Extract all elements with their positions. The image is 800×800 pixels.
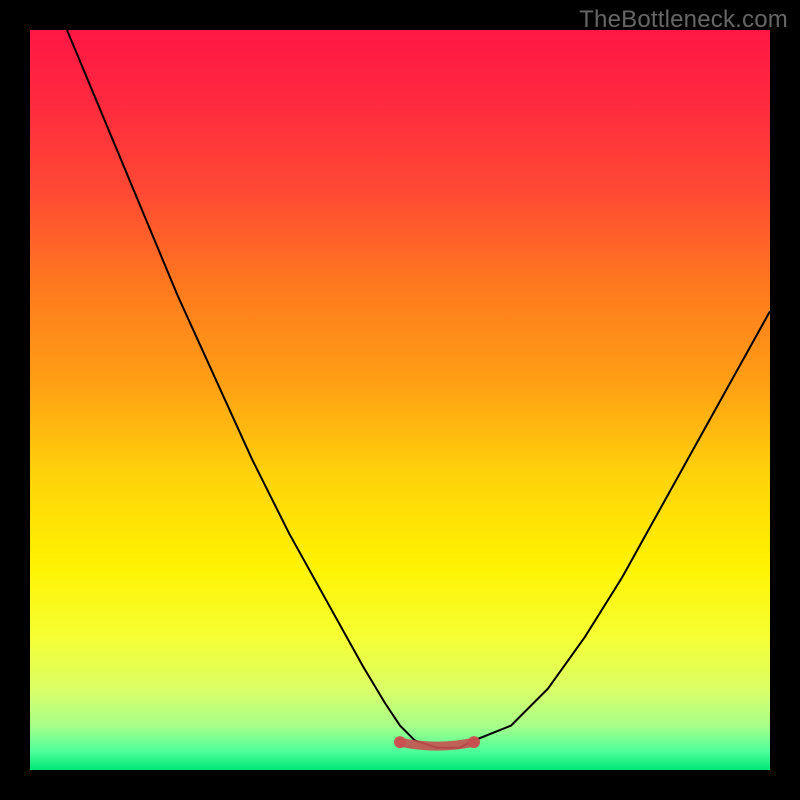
plot-area — [30, 30, 770, 770]
bottleneck-curve — [67, 30, 770, 748]
optimal-range-start-dot — [394, 736, 406, 748]
optimal-range-end-dot — [468, 736, 480, 748]
chart-frame: TheBottleneck.com — [0, 0, 800, 800]
optimal-range-highlight — [400, 742, 474, 746]
watermark-text: TheBottleneck.com — [579, 6, 788, 34]
chart-overlay — [30, 30, 770, 770]
